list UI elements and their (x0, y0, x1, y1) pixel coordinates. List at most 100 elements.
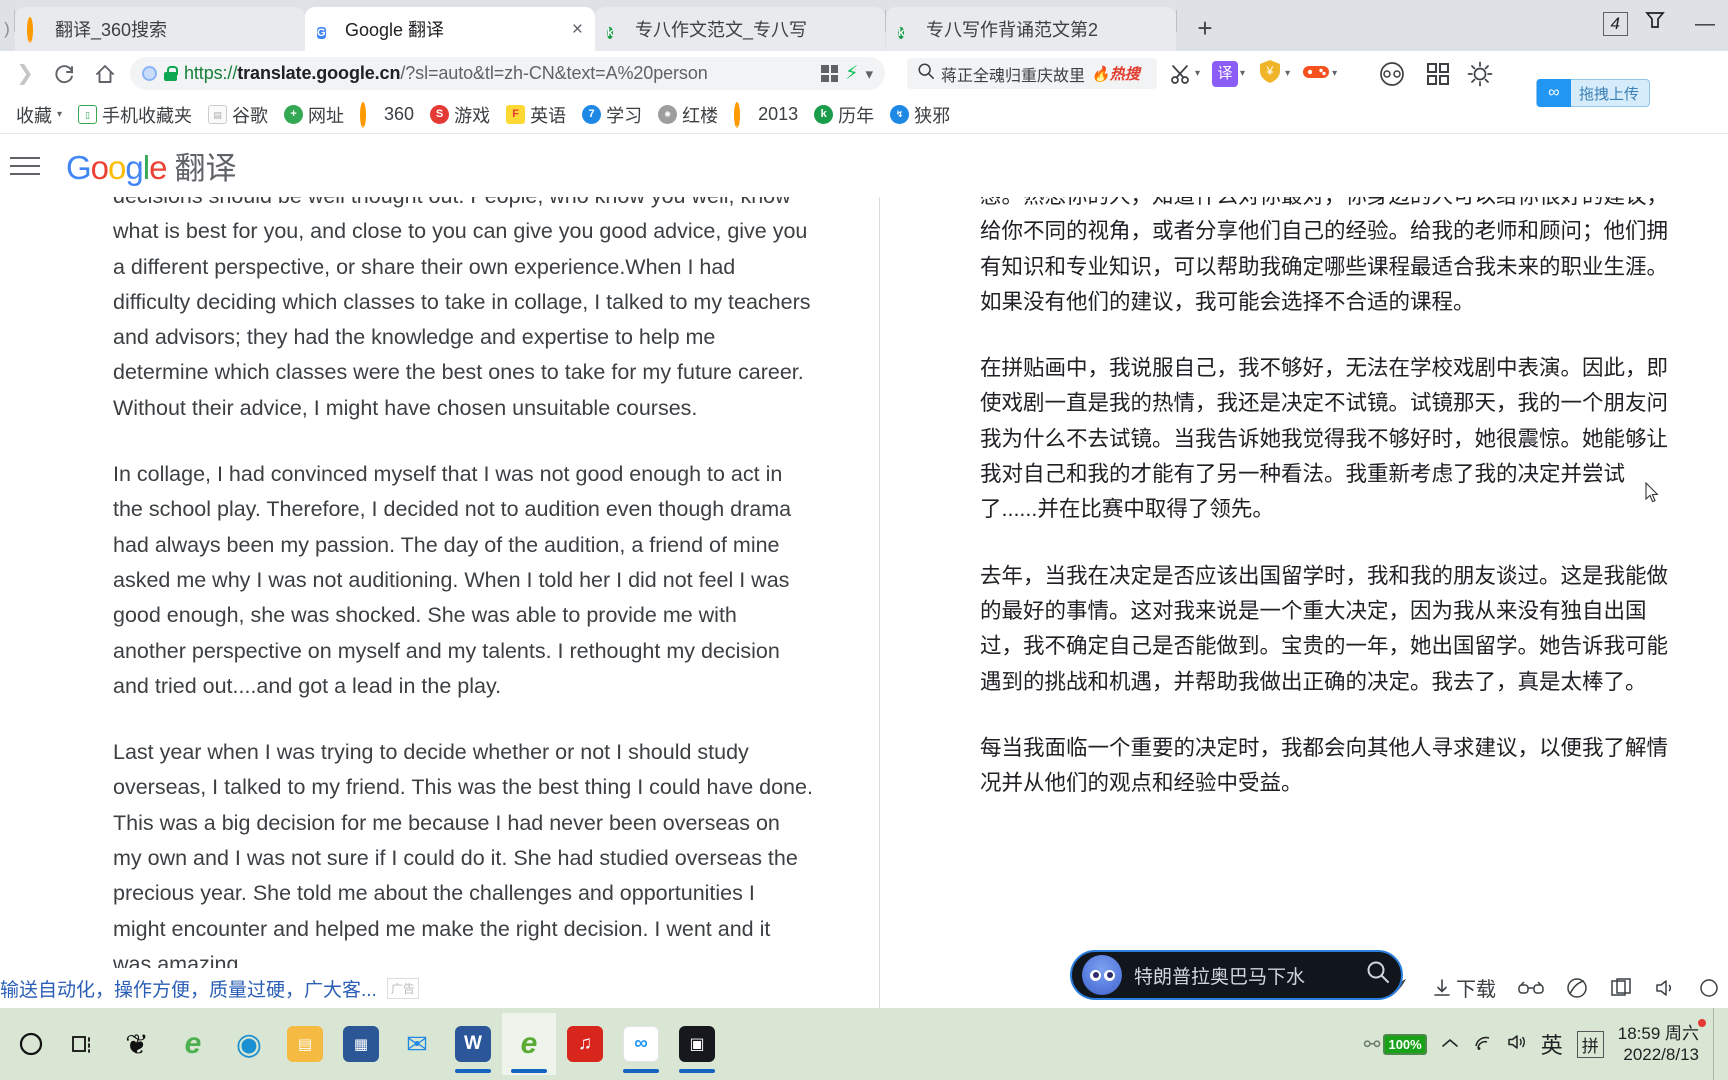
lightning-bolt-icon[interactable]: ⚡ (845, 62, 858, 85)
download-label: 下载 (1456, 979, 1496, 1001)
bookmark-label: 英语 (530, 105, 567, 126)
microsoft-store-icon: ▦ (343, 1026, 379, 1062)
download-button[interactable]: 下载 (1432, 973, 1496, 1002)
chevron-down-icon[interactable]: ▾ (865, 65, 873, 83)
bookmark-phone-favorites[interactable]: ▯ 手机收藏夹 (72, 99, 198, 131)
bookmark-websites[interactable]: + 网址 (278, 99, 350, 131)
battery-status[interactable]: ⚯ 100% (1364, 1032, 1427, 1057)
bookmark-english[interactable]: F 英语 (500, 99, 572, 131)
qr-code-icon[interactable] (821, 65, 839, 82)
source-text-pane[interactable]: decisions should be well thought out. Pe… (0, 197, 880, 1008)
kingsoft-favicon: k (607, 26, 614, 39)
bookmark-2013[interactable]: 2013 (728, 101, 804, 128)
circle-icon[interactable] (1698, 977, 1720, 999)
chevron-down-icon[interactable]: ▾ (1332, 68, 1337, 79)
start-button[interactable] (6, 1013, 56, 1075)
bookmark-label: 红楼 (682, 105, 719, 126)
ime-language-indicator[interactable]: 英 (1541, 1028, 1563, 1060)
browser-tab-4[interactable]: k 专八写作背诵范文第2 (886, 7, 1176, 51)
game-icon: S (430, 105, 450, 124)
mouse-cursor (1645, 481, 1659, 503)
screen: ) 翻译_360搜索 G Google 翻译 × k 专八作文范文_专八写 k … (0, 0, 1728, 1080)
bookmark-label: 学习 (606, 105, 643, 126)
clock[interactable]: 18:59 周六 2022/8/13 (1618, 1019, 1706, 1065)
taskbar-app-internet-explorer[interactable]: e (166, 1013, 220, 1075)
home-icon[interactable] (86, 55, 124, 93)
bookmark-study[interactable]: 7 学习 (576, 99, 648, 131)
chevron-down-icon[interactable]: ▾ (1195, 68, 1200, 79)
bookmark-past-years[interactable]: k 历年 (808, 99, 880, 131)
taskbar-app-microsoft-store[interactable]: ▦ (334, 1013, 388, 1075)
taskbar-app-netease-music[interactable]: ♫ (558, 1013, 612, 1075)
hongluo-icon: ✺ (658, 105, 678, 124)
taskbar-app-baidu-netdisk[interactable]: ∞ (614, 1013, 668, 1075)
theme-brightness-button[interactable] (1467, 61, 1493, 87)
glasses-icon[interactable] (1518, 979, 1544, 997)
minimize-window-icon[interactable]: — (1682, 8, 1728, 40)
source-text-body[interactable]: decisions should be well thought out. Pe… (113, 197, 813, 1008)
ime-mode-indicator[interactable]: 拼 (1576, 1030, 1604, 1058)
volume-icon[interactable] (1654, 977, 1676, 999)
forward-arrow-icon[interactable]: ❯ (6, 55, 44, 93)
apps-grid-button[interactable] (1425, 61, 1451, 87)
bookmark-games[interactable]: S 游戏 (424, 99, 496, 131)
window-controls: 4 — (1602, 8, 1728, 40)
tab-title: 专八写作背诵范文第2 (926, 20, 1099, 40)
bookmark-hongluo[interactable]: ✺ 红楼 (652, 99, 724, 131)
taskbar-app-microsoft-word[interactable]: W (446, 1013, 500, 1075)
browser-tab-2[interactable]: G Google 翻译 × (305, 7, 595, 51)
google-translate-logo[interactable]: Google 翻译 (66, 143, 236, 188)
taskbar-app-mail[interactable]: ✉ (390, 1013, 444, 1075)
floating-search-widget[interactable]: 特朗普拉奥巴马下水 (1070, 950, 1403, 1000)
browser-tab-1[interactable]: 翻译_360搜索 (15, 7, 305, 51)
browser-tab-3[interactable]: k 专八作文范文_专八写 (595, 7, 885, 51)
chevron-down-icon[interactable]: ▾ (1285, 68, 1290, 79)
close-icon[interactable]: × (568, 20, 583, 39)
chevron-down-icon[interactable]: ▾ (1240, 68, 1245, 79)
taskbar-app-360-browser[interactable]: e (502, 1013, 556, 1075)
taskbar-app-sogou-input[interactable]: ❦ (110, 1013, 164, 1075)
bookmark-label: 网址 (308, 105, 345, 126)
task-view-button[interactable] (58, 1013, 108, 1075)
bookmark-360[interactable]: 360 (354, 101, 420, 128)
target-paragraph: 感。熟悉你的人，知道什么对你最对，你身边的人可以给你很好的建议，给你不同的视角，… (980, 197, 1669, 314)
restore-window-icon[interactable] (1632, 8, 1678, 40)
taskbar-app-file-explorer[interactable]: ▤ (278, 1013, 332, 1075)
game-tool-button[interactable]: ▾ (1302, 60, 1337, 87)
hamburger-menu-icon[interactable] (10, 156, 40, 175)
bookmarks-bar: 收藏 ▾ ▯ 手机收藏夹 ▤ 谷歌 + 网址 360 S 游戏 F 英语 7 学… (0, 96, 1728, 134)
ad-banner[interactable]: 输送自动化，操作方便，质量过硬，广大客... 广告 (0, 968, 480, 1008)
omnibox-search-box[interactable]: 蒋正全魂归重庆故里 🔥热搜 (907, 58, 1157, 89)
new-tab-button[interactable]: + (1185, 9, 1225, 49)
taskbar-app-screen-recorder[interactable]: ▣ (670, 1013, 724, 1075)
floating-search-query[interactable]: 特朗普拉奥巴马下水 (1134, 962, 1353, 989)
hot-search-badge[interactable]: 🔥热搜 (1091, 63, 1140, 84)
baidu-netdisk-button[interactable] (1379, 61, 1405, 87)
search-icon[interactable] (1365, 959, 1391, 991)
wifi-icon[interactable] (1473, 1033, 1493, 1056)
shield-leaf-icon[interactable] (1566, 977, 1588, 999)
mail-icon: ✉ (406, 1028, 428, 1059)
coupon-tool-button[interactable]: ¥ ▾ (1257, 58, 1290, 89)
site-info-icon[interactable] (142, 66, 157, 81)
chevron-down-icon[interactable]: ▾ (57, 109, 62, 120)
tab-count-badge[interactable]: 4 (1602, 12, 1628, 36)
url-scheme: https:// (184, 63, 238, 83)
reload-icon[interactable] (46, 55, 84, 93)
product-name: 翻译 (174, 151, 237, 186)
target-text-pane[interactable]: 感。熟悉你的人，知道什么对你最对，你身边的人可以给你很好的建议，给你不同的视角，… (880, 197, 1728, 1008)
address-bar[interactable]: https://translate.google.cn/?sl=auto&tl=… (130, 57, 885, 90)
volume-icon[interactable] (1507, 1033, 1527, 1056)
kingsoft-icon: k (814, 105, 834, 124)
show-desktop-button[interactable] (1713, 1008, 1722, 1080)
360-icon (734, 102, 753, 128)
translate-tool-button[interactable]: 译 ▾ (1212, 60, 1245, 87)
page-icon: ▤ (208, 105, 228, 124)
chevron-up-icon[interactable] (1441, 1034, 1459, 1055)
bookmark-favorites[interactable]: 收藏 ▾ (10, 99, 68, 131)
bookmark-xiaxie[interactable]: ↯ 狭邪 (884, 99, 956, 131)
taskbar-app-microsoft-edge[interactable]: ◉ (222, 1013, 276, 1075)
bookmark-google[interactable]: ▤ 谷歌 (202, 99, 274, 131)
scissors-tool-button[interactable]: ▾ (1169, 62, 1200, 86)
window-split-icon[interactable] (1610, 977, 1632, 999)
